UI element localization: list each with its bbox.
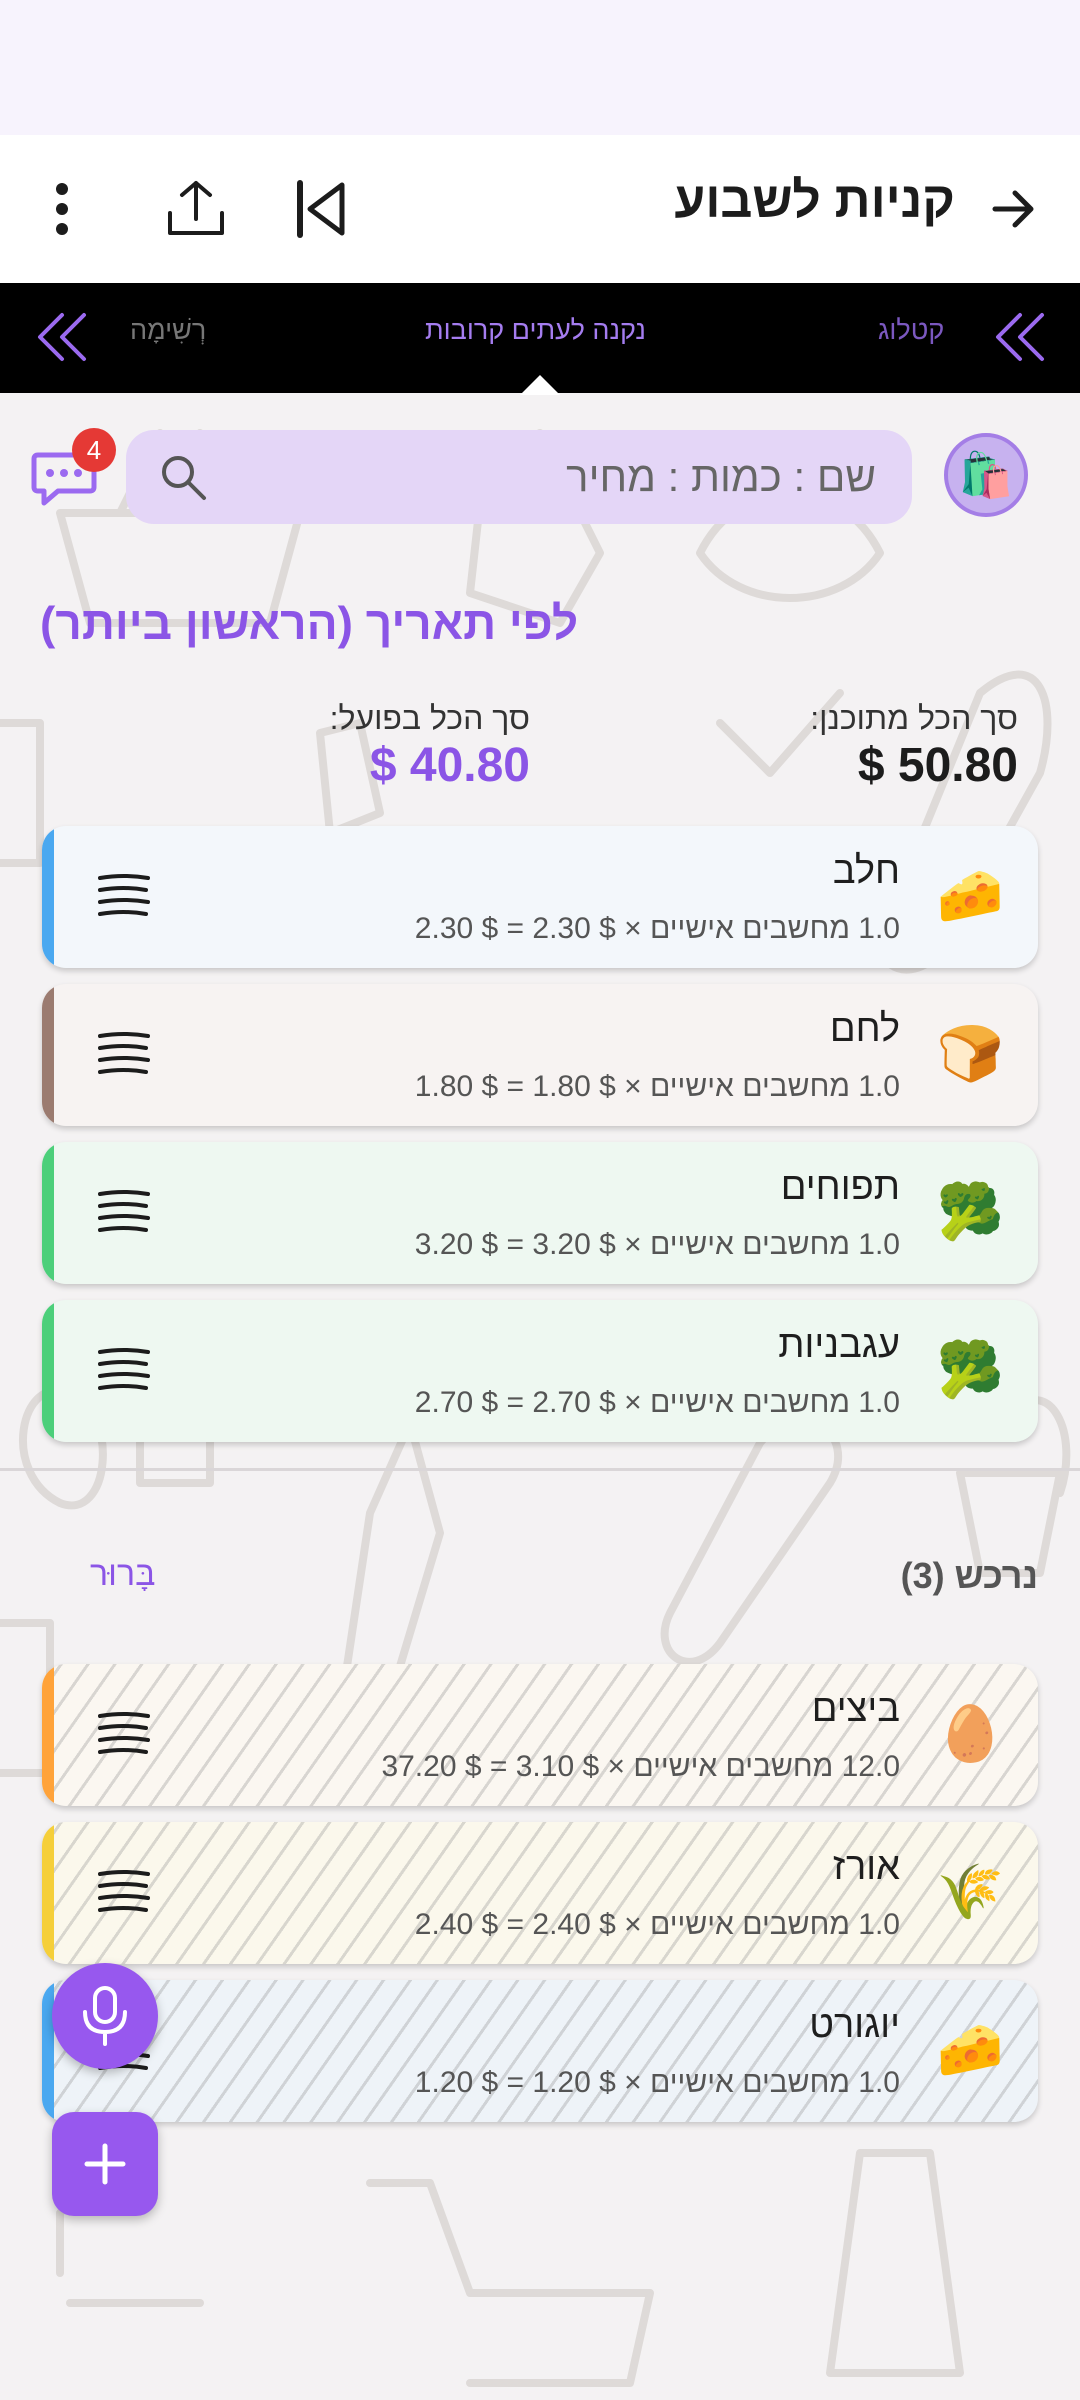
category-stripe (42, 1142, 54, 1284)
item-price-calc: 1.0 מחשבים אישיים × $ 3.20 = $ 3.20 (414, 1228, 900, 1261)
section-divider (0, 1468, 1080, 1471)
search-row: 🛍️ (0, 425, 1080, 535)
category-icon: 🧀 (936, 2020, 1004, 2080)
category-icon: 🧀 (936, 866, 1004, 926)
actual-total-label: סך הכל בפועל: (329, 700, 530, 736)
drag-handle-icon[interactable] (96, 1868, 152, 1914)
collapse-button[interactable] (282, 171, 358, 247)
share-button[interactable] (158, 171, 234, 247)
item-card[interactable]: 🥦 תפוחים 1.0 מחשבים אישיים × $ 3.20 = $ 3.… (42, 1142, 1038, 1284)
category-stripe (42, 1980, 54, 2122)
item-name: תפוחים (780, 1166, 900, 1208)
drag-handle-icon[interactable] (96, 1188, 152, 1234)
item-card[interactable]: 🧀 חלב 1.0 מחשבים אישיים × $ 2.30 = $ 2.30 (42, 826, 1038, 968)
sort-label[interactable]: לפי תאריך (הראשון ביותר) (40, 596, 1080, 650)
drag-handle-icon[interactable] (96, 1710, 152, 1756)
category-stripe (42, 1300, 54, 1442)
actual-total-value: $ 40.80 (369, 739, 530, 792)
item-price-calc: 1.0 מחשבים אישיים × $ 1.80 = $ 1.80 (414, 1070, 900, 1103)
purchased-item-card[interactable]: 🌾 אורז 1.0 מחשבים אישיים × $ 2.40 = $ 2.40 (42, 1822, 1038, 1964)
tabs-scroll-right-button[interactable] (988, 305, 1052, 369)
add-item-button[interactable] (52, 2112, 158, 2216)
search-bar[interactable] (126, 430, 912, 524)
voice-input-button[interactable] (52, 1963, 158, 2069)
item-name: חלב (832, 850, 900, 892)
tab-bar: רְשִׁימָה נקנה לעתים קרובות קטלוג (0, 283, 1080, 395)
page-title: קניות לשבוע (674, 172, 955, 228)
category-icon: 🥚 (936, 1704, 1004, 1764)
planned-total-label: סך הכל מתוכנן: (810, 700, 1018, 736)
status-bar (0, 0, 1080, 135)
avatar[interactable]: 🛍️ (944, 433, 1028, 517)
category-stripe (42, 826, 54, 968)
tab-indicator (520, 375, 560, 395)
item-price-calc: 1.0 מחשבים אישיים × $ 2.70 = $ 2.70 (414, 1386, 900, 1419)
purchased-item-card[interactable]: 🧀 יוגורט 1.0 מחשבים אישיים × $ 1.20 = $ 1.… (42, 1980, 1038, 2122)
purchased-item-card[interactable]: 🥚 ביצים 12.0 מחשבים אישיים × $ 3.10 = $ 37… (42, 1664, 1038, 1806)
search-input[interactable] (216, 430, 876, 524)
drag-handle-icon[interactable] (96, 872, 152, 918)
share-upload-icon (168, 181, 224, 235)
category-icon: 🌾 (936, 1862, 1004, 1922)
category-icon: 🍞 (936, 1024, 1004, 1084)
item-price-calc: 12.0 מחשבים אישיים × $ 3.10 = $ 37.20 (381, 1750, 900, 1783)
more-vert-icon (56, 183, 68, 235)
purchased-header: נרכש (3) (900, 1555, 1038, 1596)
item-price-calc: 1.0 מחשבים אישיים × $ 2.30 = $ 2.30 (414, 912, 900, 945)
skip-previous-icon (297, 180, 345, 238)
item-name: עגבניות (778, 1324, 900, 1366)
notification-badge: 4 (72, 428, 116, 472)
tab-list[interactable]: רְשִׁימָה (130, 315, 206, 346)
search-icon (162, 456, 206, 500)
item-card[interactable]: 🍞 לחם 1.0 מחשבים אישיים × $ 1.80 = $ 1.80 (42, 984, 1038, 1126)
item-name: לחם (829, 1008, 900, 1050)
item-price-calc: 1.0 מחשבים אישיים × $ 1.20 = $ 1.20 (414, 2066, 900, 2099)
item-name: ביצים (811, 1688, 900, 1730)
item-name: אורז (832, 1846, 900, 1888)
shopping-bags-icon: 🛍️ (958, 451, 1014, 500)
category-stripe (42, 984, 54, 1126)
arrow-right-icon (992, 190, 1034, 228)
tab-catalog[interactable]: קטלוג (878, 315, 944, 346)
tabs-scroll-left-button[interactable] (30, 305, 94, 369)
item-card[interactable]: 🥦 עגבניות 1.0 מחשבים אישיים × $ 2.70 = $ 2… (42, 1300, 1038, 1442)
category-icon: 🥦 (936, 1340, 1004, 1400)
item-name: יוגורט (809, 2004, 900, 2046)
planned-total-value: $ 50.80 (857, 739, 1018, 792)
app-bar: קניות לשבוע (0, 135, 1080, 283)
drag-handle-icon[interactable] (96, 1030, 152, 1076)
microphone-icon (83, 1986, 127, 2046)
tab-frequent[interactable]: נקנה לעתים קרובות (425, 315, 646, 346)
clear-button[interactable]: בָּרוּר (90, 1555, 156, 1594)
category-stripe (42, 1664, 54, 1806)
drag-handle-icon[interactable] (96, 1346, 152, 1392)
back-button[interactable] (984, 179, 1044, 239)
chevron-double-left-icon (38, 313, 86, 361)
category-icon: 🥦 (936, 1182, 1004, 1242)
plus-icon (84, 2143, 126, 2185)
chevron-double-left-icon (996, 313, 1044, 361)
item-price-calc: 1.0 מחשבים אישיים × $ 2.40 = $ 2.40 (414, 1908, 900, 1941)
more-button[interactable] (30, 171, 94, 247)
category-stripe (42, 1822, 54, 1964)
